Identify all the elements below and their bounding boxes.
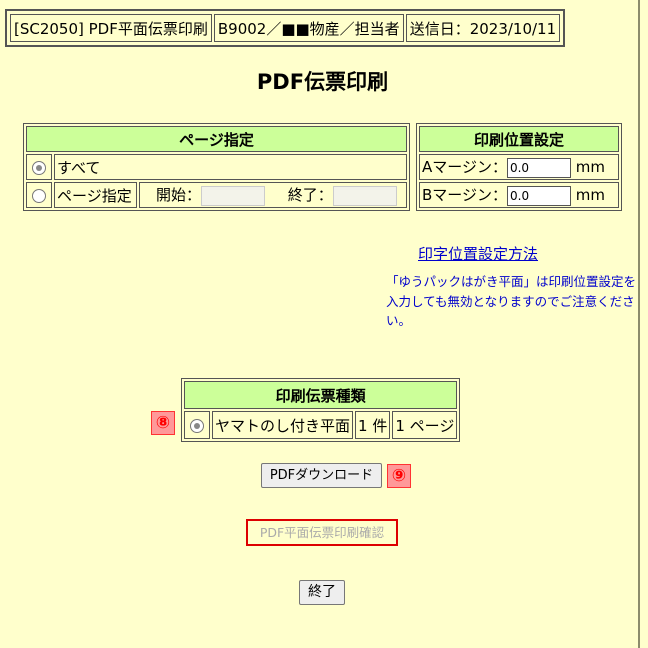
radio-all-cell[interactable] (26, 154, 52, 180)
margin-a-unit: mm (575, 158, 605, 176)
print-position-help-link[interactable]: 印字位置設定方法 (418, 243, 538, 264)
send-date: 送信日：2023/10/11 (405, 14, 561, 42)
page-spec-header: ページ指定 (26, 126, 407, 152)
print-position-table: 印刷位置設定 Aマージン： mm Bマージン： mm (416, 123, 622, 211)
radio-range-cell[interactable] (26, 182, 52, 208)
start-label: 開始： (155, 186, 201, 205)
end-label: 終了： (287, 186, 333, 205)
callout-badge-9: ⑨ (387, 464, 411, 488)
callout-badge-8: ⑧ (151, 411, 175, 435)
slip-type-radio[interactable] (190, 418, 204, 433)
notice-text: 「ゆうパックはがき平面」は印刷位置設定を 入力しても無効となりますのでご注意くだ… (386, 272, 636, 331)
notice-line-2: 入力しても無効となりますのでご注意ください。 (386, 293, 635, 329)
margin-a-input[interactable] (506, 158, 571, 178)
start-page-input[interactable] (200, 185, 265, 206)
slip-pages: 1 ページ (392, 411, 458, 439)
range-label: ページ指定 (54, 182, 137, 208)
header-bar: [SC2050] PDF平面伝票印刷 B9002／■■物産／担当者 送信日：20… (5, 9, 566, 47)
margin-b-input[interactable] (507, 186, 571, 206)
slip-type-name: ヤマトのし付き平面 (212, 411, 354, 439)
end-page-input[interactable] (332, 185, 397, 206)
margin-a-row: Aマージン： mm (419, 154, 619, 180)
screen-id: [SC2050] PDF平面伝票印刷 (10, 14, 212, 42)
slip-count: 1 件 (355, 411, 391, 439)
margin-a-label: Aマージン： (422, 158, 507, 176)
margin-b-label: Bマージン： (422, 186, 507, 204)
pdf-download-button[interactable]: PDFダウンロード (261, 463, 382, 488)
range-fields: 開始： 終了： (138, 182, 407, 208)
radio-all[interactable] (32, 160, 46, 175)
print-position-header: 印刷位置設定 (419, 126, 619, 152)
notice-line-1: 「ゆうパックはがき平面」は印刷位置設定を (386, 274, 637, 289)
margin-b-row: Bマージン： mm (419, 182, 619, 208)
page-spec-table: ページ指定 すべて ページ指定 開始： 終了： (23, 123, 410, 211)
slip-radio-cell[interactable] (184, 411, 210, 439)
radio-range[interactable] (32, 188, 46, 203)
all-label: すべて (54, 154, 407, 180)
margin-b-unit: mm (575, 186, 606, 204)
user-info: B9002／■■物産／担当者 (213, 14, 404, 42)
slip-type-header: 印刷伝票種類 (184, 381, 458, 409)
slip-type-table: 印刷伝票種類 ヤマトのし付き平面 1 件 1 ページ (181, 378, 461, 442)
end-button[interactable]: 終了 (299, 580, 345, 605)
pdf-print-confirm-button[interactable]: PDF平面伝票印刷確認 (246, 519, 398, 546)
page-title: PDF伝票印刷 (256, 70, 389, 94)
